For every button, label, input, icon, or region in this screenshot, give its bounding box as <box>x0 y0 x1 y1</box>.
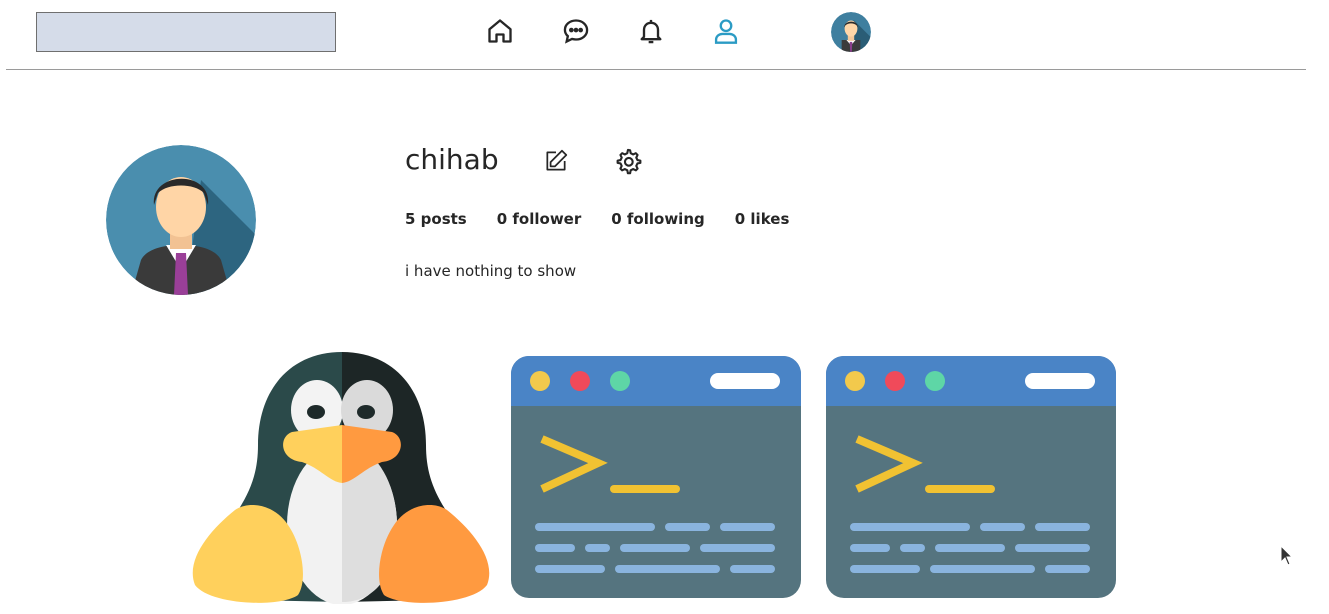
nav-profile-button[interactable] <box>711 16 741 46</box>
posts-count[interactable]: 5 posts <box>405 210 467 228</box>
profile-stats: 5 posts 0 follower 0 following 0 likes <box>405 210 789 228</box>
user-avatar-icon <box>106 145 256 295</box>
nav-messages-button[interactable] <box>561 16 591 46</box>
terminal-window-icon <box>511 356 801 598</box>
nav-home-button[interactable] <box>485 16 515 46</box>
gear-icon <box>616 148 642 175</box>
edit-profile-button[interactable] <box>543 148 569 174</box>
post-thumbnail[interactable] <box>825 355 1117 599</box>
profile-username: chihab <box>405 143 499 176</box>
mouse-cursor-icon <box>1280 544 1294 571</box>
post-thumbnail[interactable] <box>190 350 492 605</box>
user-avatar-icon <box>831 12 871 52</box>
linux-penguin-icon <box>192 352 490 605</box>
nav-notifications-button[interactable] <box>636 16 666 46</box>
nav-avatar[interactable] <box>831 12 871 52</box>
top-navbar <box>6 0 1306 70</box>
home-icon <box>488 19 512 43</box>
terminal-window-icon <box>826 356 1116 598</box>
profile-icon <box>714 19 738 44</box>
edit-icon <box>546 149 568 171</box>
profile-avatar <box>106 145 256 295</box>
followers-count[interactable]: 0 follower <box>497 210 582 228</box>
search-input[interactable] <box>36 12 336 52</box>
following-count[interactable]: 0 following <box>611 210 705 228</box>
messages-icon <box>563 19 589 44</box>
settings-button[interactable] <box>614 147 642 175</box>
likes-count: 0 likes <box>734 210 790 228</box>
notifications-icon <box>640 19 662 44</box>
post-thumbnail[interactable] <box>510 355 802 599</box>
profile-bio: i have nothing to show <box>405 262 577 280</box>
